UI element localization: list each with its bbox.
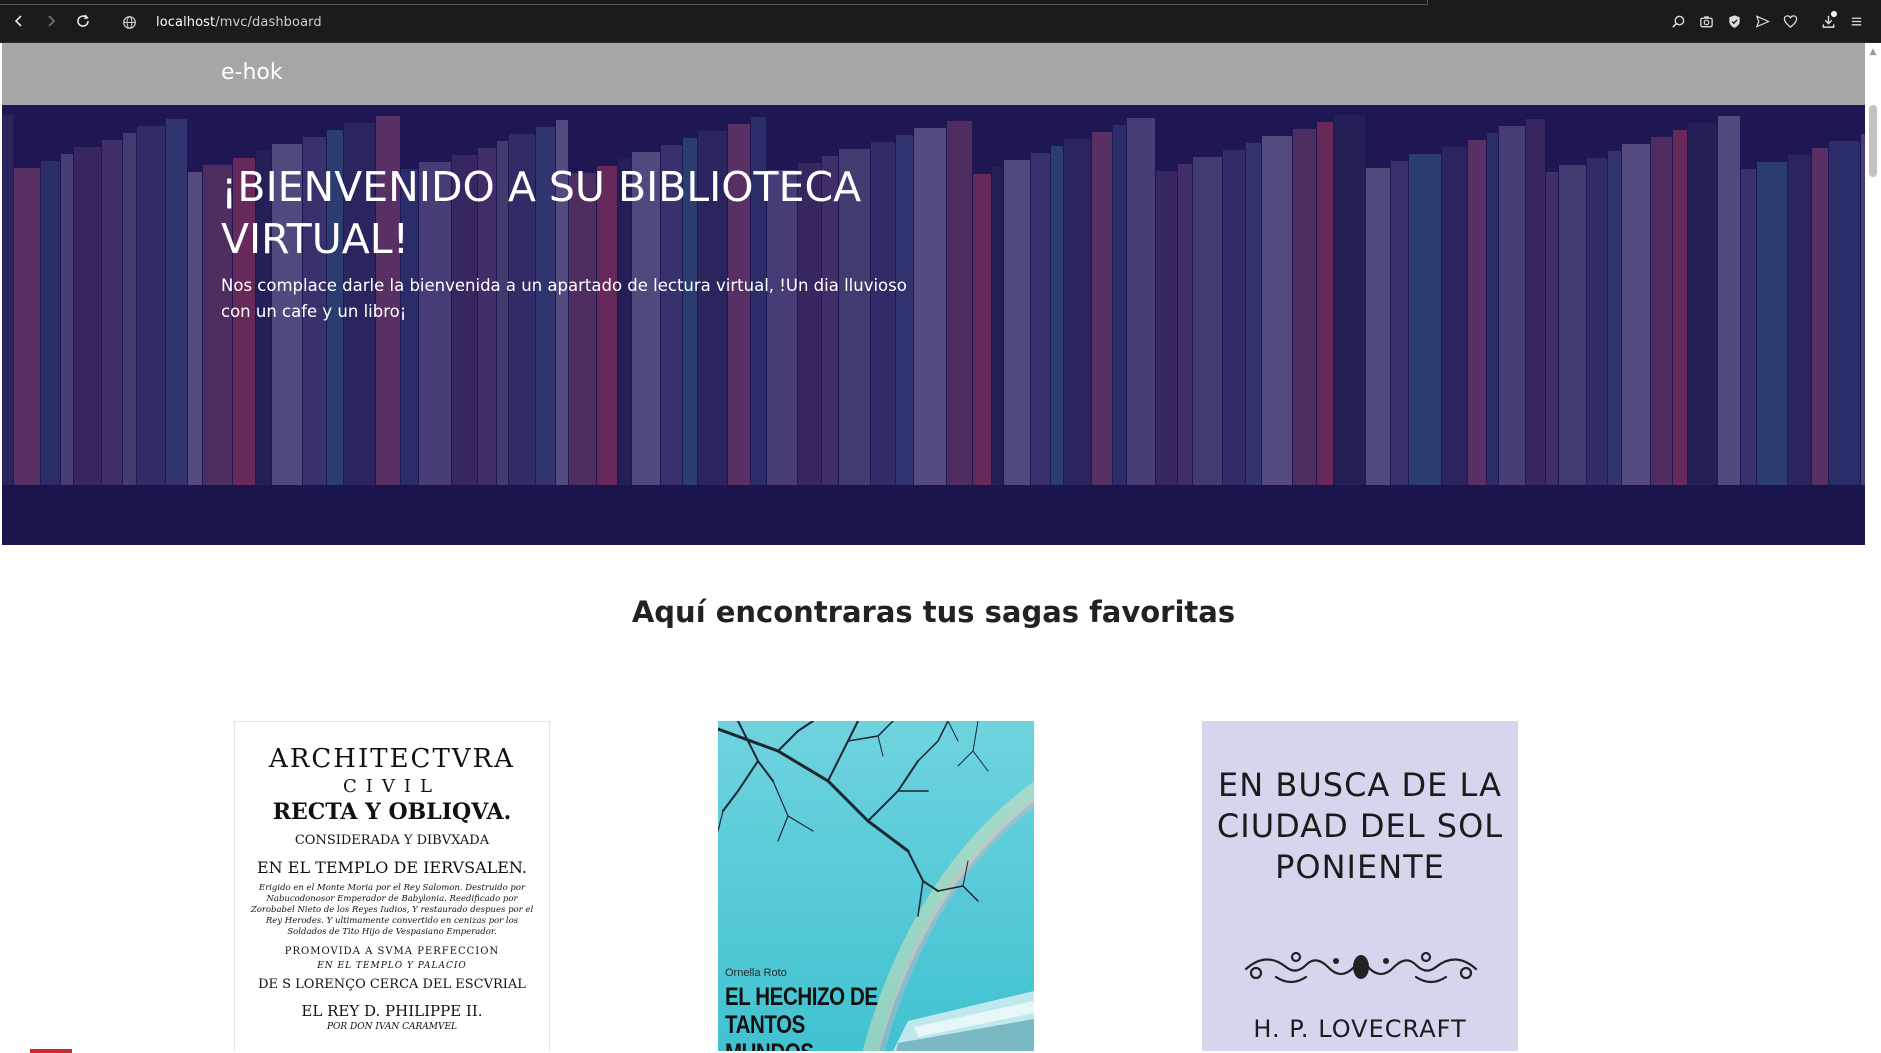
brand-link[interactable]: e-hok [221, 60, 283, 85]
notification-dot [1831, 11, 1837, 17]
hamburger-menu-icon [1851, 17, 1861, 25]
hero-description: Nos complace darle la bienvenida a un ap… [221, 276, 907, 321]
search-icon [1671, 15, 1684, 28]
tab-strip-line [0, 0, 1428, 5]
send-button[interactable] [1751, 10, 1773, 32]
hero-banner: ¡BIENVENIDO A SU BIBLIOTECA VIRTUAL! Nos… [2, 105, 1865, 545]
browser-toolbar: localhost/mvc/dashboard [0, 0, 1881, 43]
cover-line: POR DON IVAN CARAMVEL [326, 1022, 457, 1032]
reload-button[interactable] [72, 10, 94, 32]
cover-line: CIVIL [343, 776, 441, 797]
globe-icon [118, 11, 140, 33]
forward-arrow-icon [48, 15, 56, 27]
cover-line: PROMOVIDA A SVMA PERFECCION [284, 946, 500, 957]
back-button[interactable] [8, 10, 30, 32]
cover-line: DE S LORENÇO CERCA DEL ESCVRIAL [258, 977, 526, 992]
url-path: /mvc/dashboard [215, 14, 322, 30]
cover-line: EN EL TEMPLO DE IERVSALEN. [257, 858, 527, 877]
downloads-button[interactable] [1817, 10, 1839, 32]
search-page-button[interactable] [1667, 10, 1689, 32]
page-viewport: e-hok ¡BIENVENIDO A SU BIBLIOTECA VIRTUA… [2, 43, 1865, 1051]
status-marker [30, 1049, 72, 1053]
address-bar[interactable]: localhost/mvc/dashboard [118, 8, 1358, 36]
cover-line: Erigido en el Monte Moria por el Rey Sal… [250, 883, 534, 937]
cover-line: ARCHITECTVRA [269, 744, 515, 774]
favorites-button[interactable] [1779, 10, 1801, 32]
toolbar-actions [1667, 10, 1867, 32]
page-scrollbar[interactable]: ▲ [1865, 43, 1881, 1053]
cover-line: RECTA Y OBLIQVA. [272, 799, 512, 825]
back-arrow-icon [14, 15, 22, 27]
reload-icon [77, 14, 89, 27]
shield-icon [1728, 14, 1740, 28]
camera-icon [1699, 15, 1713, 27]
site-navbar: e-hok [2, 43, 1865, 105]
book-title: EL HECHIZO DE TANTOS MUNDOS [725, 983, 878, 1051]
menu-button[interactable] [1845, 10, 1867, 32]
url-text: localhost/mvc/dashboard [156, 15, 322, 30]
book-card-hechizo[interactable]: Ornella Roto EL HECHIZO DE TANTOS MUNDOS [718, 721, 1034, 1051]
book-title: EN BUSCA DE LA CIUDAD DEL SOL PONIENTE [1216, 766, 1504, 886]
send-icon [1755, 14, 1770, 28]
scrollbar-thumb[interactable] [1869, 105, 1877, 177]
forward-button[interactable] [40, 10, 62, 32]
snapshot-button[interactable] [1695, 10, 1717, 32]
cover-line: EL REY D. PHILIPPE II. [301, 1002, 483, 1020]
book-card-lovecraft[interactable]: EN BUSCA DE LA CIUDAD DEL SOL PONIENTE H… [1202, 721, 1518, 1051]
cover-line: EN EL TEMPLO Y PALACIO [317, 961, 467, 971]
scroll-up-icon[interactable]: ▲ [1868, 47, 1878, 57]
heart-icon [1783, 14, 1797, 28]
ornament-flourish-icon [1244, 951, 1478, 984]
book-cover-text: ARCHITECTVRA CIVIL RECTA Y OBLIQVA. CONS… [235, 722, 549, 1032]
book-card-architectura[interactable]: ARCHITECTVRA CIVIL RECTA Y OBLIQVA. CONS… [234, 721, 550, 1051]
book-author: H. P. LOVECRAFT [1253, 1015, 1467, 1043]
cover-line: CONSIDERADA Y DIBVXADA [294, 833, 490, 848]
shield-button[interactable] [1723, 10, 1745, 32]
sagas-heading: Aquí encontraras tus sagas favoritas [631, 595, 1236, 629]
hero-title: ¡BIENVENIDO A SU BIBLIOTECA VIRTUAL! [221, 163, 862, 263]
book-author: Ornella Roto [725, 967, 787, 979]
url-host: localhost [156, 14, 216, 30]
